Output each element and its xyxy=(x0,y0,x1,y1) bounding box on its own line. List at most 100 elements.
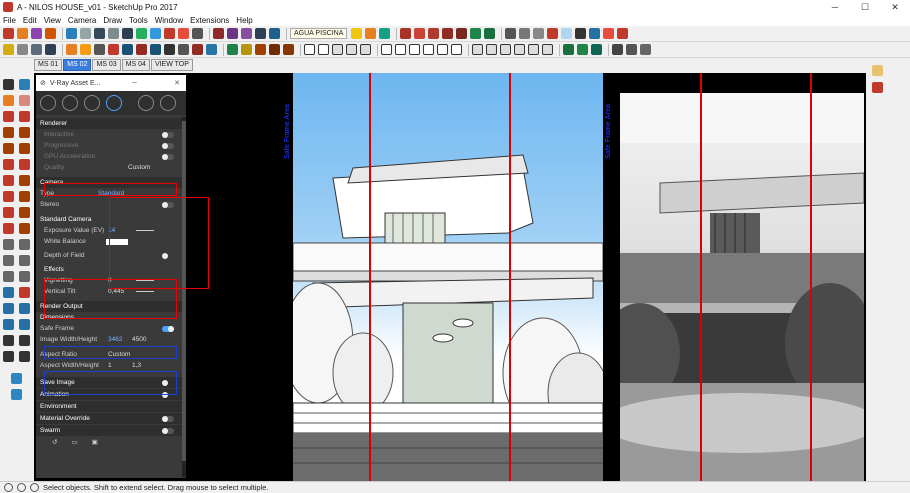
menu-file[interactable]: File xyxy=(3,16,16,25)
scatter-icon[interactable] xyxy=(241,44,252,55)
left-view-icon[interactable] xyxy=(451,44,462,55)
rotate-icon[interactable] xyxy=(2,206,14,218)
image-width-value[interactable]: 3462 xyxy=(108,336,122,343)
plant-a-icon[interactable] xyxy=(563,44,574,55)
push-pull-icon[interactable] xyxy=(18,190,30,202)
walk-icon[interactable] xyxy=(640,44,651,55)
plant-b-icon[interactable] xyxy=(577,44,588,55)
rotated-rect-icon[interactable] xyxy=(18,126,30,138)
menu-tools[interactable]: Tools xyxy=(129,16,148,25)
axes-icon[interactable] xyxy=(2,270,14,282)
eraser-icon[interactable] xyxy=(318,44,329,55)
layer-icon[interactable] xyxy=(351,28,363,39)
eraser-tool-icon[interactable] xyxy=(18,94,30,106)
extension-icon[interactable] xyxy=(617,28,629,39)
line-tool-icon[interactable] xyxy=(2,110,14,122)
flip-icon[interactable] xyxy=(456,28,468,39)
menu-edit[interactable]: Edit xyxy=(23,16,37,25)
progressive-toggle[interactable] xyxy=(162,142,174,149)
orbit-icon[interactable] xyxy=(2,286,14,298)
pan-icon[interactable] xyxy=(18,286,30,298)
aspect-height-value[interactable]: 1,3 xyxy=(132,362,141,369)
spot-light-icon[interactable] xyxy=(94,44,105,55)
mesh-light-icon[interactable] xyxy=(150,44,161,55)
3d-text-icon[interactable] xyxy=(18,270,30,282)
dome-light-icon[interactable] xyxy=(136,44,147,55)
print-icon[interactable] xyxy=(45,28,56,39)
menu-camera[interactable]: Camera xyxy=(68,16,96,25)
move-icon[interactable] xyxy=(2,190,14,202)
dimension-tool-icon[interactable] xyxy=(18,238,30,250)
vray-minimize-icon[interactable]: ─ xyxy=(132,80,137,87)
info-icon[interactable] xyxy=(575,28,587,39)
maximize-icon[interactable]: ☐ xyxy=(850,2,880,13)
section-plane-icon[interactable] xyxy=(332,44,343,55)
lights-tab-icon[interactable] xyxy=(62,95,78,111)
settings-tab-icon[interactable] xyxy=(106,95,122,111)
zoom-icon[interactable] xyxy=(505,28,517,39)
texture-icon[interactable] xyxy=(255,28,266,39)
reset-icon[interactable]: ↺ xyxy=(52,438,57,446)
quality-value[interactable]: Custom xyxy=(128,164,150,171)
populate-icon[interactable] xyxy=(255,44,266,55)
stamp-icon[interactable] xyxy=(428,28,440,39)
minimize-icon[interactable]: ─ xyxy=(820,2,850,13)
component-icon[interactable] xyxy=(66,28,77,39)
frame-buffer-icon[interactable] xyxy=(160,95,176,111)
plant-icon[interactable] xyxy=(484,28,496,39)
clipper-icon[interactable] xyxy=(206,44,217,55)
material-override-toggle[interactable] xyxy=(162,415,174,422)
terrain-icon[interactable] xyxy=(414,28,426,39)
material-override-section[interactable]: Material Override xyxy=(36,413,182,424)
pie-icon[interactable] xyxy=(18,158,30,170)
vray-title-bar[interactable]: ⊘ V-Ray Asset E... ─ ✕ xyxy=(36,75,186,91)
menu-help[interactable]: Help xyxy=(236,16,252,25)
renderer-section[interactable]: Renderer xyxy=(36,118,182,129)
scale-icon[interactable] xyxy=(2,222,14,234)
front-icon[interactable] xyxy=(409,44,420,55)
position-camera-icon[interactable] xyxy=(2,334,14,346)
component-tool-icon[interactable] xyxy=(18,78,30,90)
tab-ms02[interactable]: MS 02 xyxy=(63,59,92,71)
credits-status-icon[interactable] xyxy=(17,483,26,492)
arc3-icon[interactable] xyxy=(18,174,30,186)
scene-icon[interactable] xyxy=(269,28,280,39)
menu-draw[interactable]: Draw xyxy=(103,16,122,25)
dimension-icon[interactable] xyxy=(31,44,42,55)
tree-icon[interactable] xyxy=(470,28,482,39)
forest-icon[interactable] xyxy=(283,44,294,55)
textured-icon[interactable] xyxy=(528,44,539,55)
section-tool-icon[interactable] xyxy=(18,350,30,362)
monochrome-icon[interactable] xyxy=(542,44,553,55)
sphere-light-icon[interactable] xyxy=(80,44,91,55)
select-icon[interactable] xyxy=(304,44,315,55)
shaded-icon[interactable] xyxy=(514,44,525,55)
zoom-tool-icon[interactable] xyxy=(2,302,14,314)
wireframe-icon[interactable] xyxy=(486,44,497,55)
omni-light-icon[interactable] xyxy=(122,44,133,55)
settings-icon[interactable] xyxy=(603,28,615,39)
environment-section[interactable]: Environment xyxy=(36,401,182,412)
light-icon[interactable] xyxy=(66,44,77,55)
viewport[interactable]: Safe Frame Area Safe Frame Area ⊘ V-Ray … xyxy=(34,73,866,481)
hidden-line-icon[interactable] xyxy=(500,44,511,55)
materials-tab-icon[interactable] xyxy=(40,95,56,111)
skatter-icon[interactable] xyxy=(227,44,238,55)
sphere-icon[interactable] xyxy=(122,28,133,39)
tape-measure-icon[interactable] xyxy=(2,238,14,250)
top-view-icon[interactable] xyxy=(395,44,406,55)
text-tool-icon[interactable] xyxy=(18,254,30,266)
shape-icon[interactable] xyxy=(80,28,91,39)
zoom-window-icon[interactable] xyxy=(519,28,531,39)
geometry-tab-icon[interactable] xyxy=(84,95,100,111)
save-icon[interactable] xyxy=(31,28,42,39)
polygon-icon[interactable] xyxy=(18,142,30,154)
back-view-icon[interactable] xyxy=(192,28,203,39)
save-settings-icon[interactable]: ▣ xyxy=(92,438,98,446)
section-display-icon[interactable] xyxy=(346,44,357,55)
plane-icon[interactable] xyxy=(192,44,203,55)
paint-icon[interactable] xyxy=(241,28,252,39)
interactive-toggle[interactable] xyxy=(162,131,174,138)
layer-dropdown[interactable]: AGUA PISCINA xyxy=(290,28,348,39)
outliner-icon[interactable] xyxy=(379,28,391,39)
